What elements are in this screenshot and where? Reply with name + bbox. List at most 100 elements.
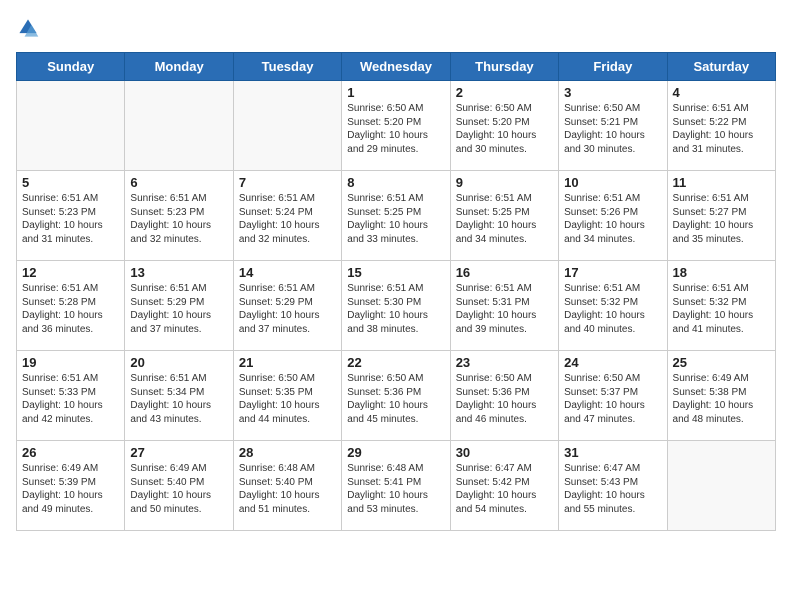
calendar-day-cell: 25Sunrise: 6:49 AM Sunset: 5:38 PM Dayli… [667, 351, 775, 441]
day-info: Sunrise: 6:51 AM Sunset: 5:26 PM Dayligh… [564, 192, 661, 246]
day-of-week-header: Wednesday [342, 53, 450, 81]
day-info: Sunrise: 6:48 AM Sunset: 5:40 PM Dayligh… [239, 462, 336, 516]
day-info: Sunrise: 6:51 AM Sunset: 5:30 PM Dayligh… [347, 282, 444, 336]
day-info: Sunrise: 6:51 AM Sunset: 5:23 PM Dayligh… [130, 192, 227, 246]
day-of-week-header: Tuesday [233, 53, 341, 81]
calendar-day-cell: 5Sunrise: 6:51 AM Sunset: 5:23 PM Daylig… [17, 171, 125, 261]
calendar-day-cell: 27 Sunrise: 6:49 AM Sunset: 5:40 PM Dayli… [125, 441, 233, 531]
day-number: 28 [239, 445, 336, 460]
day-info: Sunrise: 6:51 AM Sunset: 5:34 PM Dayligh… [130, 372, 227, 426]
calendar-week-row: 12 Sunrise: 6:51 AM Sunset: 5:28 PM Dayli… [17, 261, 776, 351]
calendar-day-cell: 12 Sunrise: 6:51 AM Sunset: 5:28 PM Dayli… [17, 261, 125, 351]
calendar-week-row: 19Sunrise: 6:51 AM Sunset: 5:33 PM Dayli… [17, 351, 776, 441]
day-number: 6 [130, 175, 227, 190]
calendar-day-cell [125, 81, 233, 171]
day-info: Sunrise: 6:50 AM Sunset: 5:20 PM Dayligh… [456, 102, 553, 156]
calendar-day-cell: 13 Sunrise: 6:51 AM Sunset: 5:29 PM Dayli… [125, 261, 233, 351]
calendar-day-cell: 20 Sunrise: 6:51 AM Sunset: 5:34 PM Dayli… [125, 351, 233, 441]
calendar-day-cell: 14 Sunrise: 6:51 AM Sunset: 5:29 PM Dayli… [233, 261, 341, 351]
day-number: 2 [456, 85, 553, 100]
day-info: Sunrise: 6:51 AM Sunset: 5:32 PM Dayligh… [673, 282, 770, 336]
day-number: 3 [564, 85, 661, 100]
calendar-day-cell: 2 Sunrise: 6:50 AM Sunset: 5:20 PM Daylig… [450, 81, 558, 171]
calendar-day-cell: 24 Sunrise: 6:50 AM Sunset: 5:37 PM Dayli… [559, 351, 667, 441]
calendar-day-cell: 16Sunrise: 6:51 AM Sunset: 5:31 PM Dayli… [450, 261, 558, 351]
day-info: Sunrise: 6:50 AM Sunset: 5:35 PM Dayligh… [239, 372, 336, 426]
calendar-day-cell: 23 Sunrise: 6:50 AM Sunset: 5:36 PM Dayli… [450, 351, 558, 441]
calendar-day-cell: 31 Sunrise: 6:47 AM Sunset: 5:43 PM Dayli… [559, 441, 667, 531]
day-info: Sunrise: 6:47 AM Sunset: 5:43 PM Dayligh… [564, 462, 661, 516]
day-info: Sunrise: 6:51 AM Sunset: 5:29 PM Dayligh… [130, 282, 227, 336]
calendar-day-cell: 30 Sunrise: 6:47 AM Sunset: 5:42 PM Dayli… [450, 441, 558, 531]
calendar-day-cell: 7Sunrise: 6:51 AM Sunset: 5:24 PM Daylig… [233, 171, 341, 261]
calendar-day-cell: 28 Sunrise: 6:48 AM Sunset: 5:40 PM Dayli… [233, 441, 341, 531]
calendar-day-cell: 4 Sunrise: 6:51 AM Sunset: 5:22 PM Daylig… [667, 81, 775, 171]
day-number: 21 [239, 355, 336, 370]
day-number: 31 [564, 445, 661, 460]
day-number: 29 [347, 445, 444, 460]
day-number: 26 [22, 445, 119, 460]
calendar-day-cell: 1Sunrise: 6:50 AM Sunset: 5:20 PM Daylig… [342, 81, 450, 171]
calendar-day-cell [667, 441, 775, 531]
calendar-week-row: 1Sunrise: 6:50 AM Sunset: 5:20 PM Daylig… [17, 81, 776, 171]
calendar-day-cell: 19Sunrise: 6:51 AM Sunset: 5:33 PM Dayli… [17, 351, 125, 441]
calendar-day-cell: 10Sunrise: 6:51 AM Sunset: 5:26 PM Dayli… [559, 171, 667, 261]
day-of-week-header: Monday [125, 53, 233, 81]
day-info: Sunrise: 6:50 AM Sunset: 5:37 PM Dayligh… [564, 372, 661, 426]
calendar-day-cell: 8 Sunrise: 6:51 AM Sunset: 5:25 PM Daylig… [342, 171, 450, 261]
day-of-week-header: Saturday [667, 53, 775, 81]
day-number: 19 [22, 355, 119, 370]
day-info: Sunrise: 6:47 AM Sunset: 5:42 PM Dayligh… [456, 462, 553, 516]
calendar-day-cell: 26 Sunrise: 6:49 AM Sunset: 5:39 PM Dayli… [17, 441, 125, 531]
day-number: 7 [239, 175, 336, 190]
day-number: 23 [456, 355, 553, 370]
day-info: Sunrise: 6:51 AM Sunset: 5:32 PM Dayligh… [564, 282, 661, 336]
calendar-week-row: 5 Sunrise: 6:51 AM Sunset: 5:23 PM Daylig… [17, 171, 776, 261]
day-number: 20 [130, 355, 227, 370]
day-number: 4 [673, 85, 770, 100]
day-number: 16 [456, 265, 553, 280]
day-info: Sunrise: 6:51 AM Sunset: 5:29 PM Dayligh… [239, 282, 336, 336]
day-number: 11 [673, 175, 770, 190]
day-of-week-header: Friday [559, 53, 667, 81]
day-number: 14 [239, 265, 336, 280]
day-number: 18 [673, 265, 770, 280]
day-info: Sunrise: 6:50 AM Sunset: 5:36 PM Dayligh… [456, 372, 553, 426]
calendar-day-cell: 29 Sunrise: 6:48 AM Sunset: 5:41 PM Dayli… [342, 441, 450, 531]
day-info: Sunrise: 6:51 AM Sunset: 5:28 PM Dayligh… [22, 282, 119, 336]
calendar-day-cell: 21 Sunrise: 6:50 AM Sunset: 5:35 PM Dayli… [233, 351, 341, 441]
day-number: 9 [456, 175, 553, 190]
day-number: 8 [347, 175, 444, 190]
day-info: Sunrise: 6:50 AM Sunset: 5:21 PM Dayligh… [564, 102, 661, 156]
calendar-day-cell: 17Sunrise: 6:51 AM Sunset: 5:32 PM Dayli… [559, 261, 667, 351]
day-info: Sunrise: 6:51 AM Sunset: 5:22 PM Dayligh… [673, 102, 770, 156]
day-info: Sunrise: 6:50 AM Sunset: 5:36 PM Dayligh… [347, 372, 444, 426]
day-info: Sunrise: 6:48 AM Sunset: 5:41 PM Dayligh… [347, 462, 444, 516]
day-number: 24 [564, 355, 661, 370]
day-number: 27 [130, 445, 227, 460]
logo-icon [16, 16, 40, 40]
calendar-day-cell [17, 81, 125, 171]
calendar-day-cell: 18 Sunrise: 6:51 AM Sunset: 5:32 PM Dayli… [667, 261, 775, 351]
calendar-day-cell: 11 Sunrise: 6:51 AM Sunset: 5:27 PM Dayli… [667, 171, 775, 261]
calendar-header-row: SundayMondayTuesdayWednesdayThursdayFrid… [17, 53, 776, 81]
day-number: 13 [130, 265, 227, 280]
day-info: Sunrise: 6:51 AM Sunset: 5:27 PM Dayligh… [673, 192, 770, 246]
calendar-week-row: 26 Sunrise: 6:49 AM Sunset: 5:39 PM Dayli… [17, 441, 776, 531]
day-number: 5 [22, 175, 119, 190]
day-of-week-header: Sunday [17, 53, 125, 81]
calendar-day-cell: 3 Sunrise: 6:50 AM Sunset: 5:21 PM Daylig… [559, 81, 667, 171]
calendar-table: SundayMondayTuesdayWednesdayThursdayFrid… [16, 52, 776, 531]
day-number: 30 [456, 445, 553, 460]
calendar-day-cell: 15Sunrise: 6:51 AM Sunset: 5:30 PM Dayli… [342, 261, 450, 351]
day-info: Sunrise: 6:49 AM Sunset: 5:39 PM Dayligh… [22, 462, 119, 516]
day-info: Sunrise: 6:51 AM Sunset: 5:25 PM Dayligh… [347, 192, 444, 246]
calendar-day-cell: 6 Sunrise: 6:51 AM Sunset: 5:23 PM Daylig… [125, 171, 233, 261]
day-info: Sunrise: 6:49 AM Sunset: 5:40 PM Dayligh… [130, 462, 227, 516]
day-info: Sunrise: 6:50 AM Sunset: 5:20 PM Dayligh… [347, 102, 444, 156]
calendar-day-cell: 9 Sunrise: 6:51 AM Sunset: 5:25 PM Daylig… [450, 171, 558, 261]
day-of-week-header: Thursday [450, 53, 558, 81]
day-number: 12 [22, 265, 119, 280]
day-info: Sunrise: 6:51 AM Sunset: 5:25 PM Dayligh… [456, 192, 553, 246]
day-number: 25 [673, 355, 770, 370]
